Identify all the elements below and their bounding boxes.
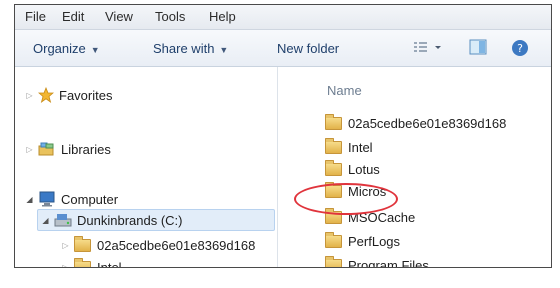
help-icon: ? xyxy=(512,40,528,56)
menu-view[interactable]: View xyxy=(105,9,133,24)
nav-favorites[interactable]: ▷ Favorites xyxy=(25,85,112,105)
folder-item[interactable]: Intel xyxy=(325,137,373,157)
nav-computer-label: Computer xyxy=(61,191,119,207)
organize-button[interactable]: Organize ▼ xyxy=(33,41,100,56)
share-with-button[interactable]: Share with ▼ xyxy=(153,41,228,56)
collapse-arrow-icon[interactable]: ◢ xyxy=(25,195,34,204)
folder-icon xyxy=(325,159,342,176)
folder-label: Program Files xyxy=(348,257,429,268)
folder-icon xyxy=(325,113,342,130)
menu-edit[interactable]: Edit xyxy=(62,9,84,24)
folder-icon xyxy=(325,137,342,154)
nav-folder[interactable]: ▷ Intel xyxy=(61,257,122,268)
navigation-pane: ▷ Favorites ▷ Libraries ◢ Computer ◢ Dun… xyxy=(15,67,278,267)
help-button[interactable]: ? xyxy=(511,39,529,62)
folder-item[interactable]: Lotus xyxy=(325,159,380,179)
highlight-circle xyxy=(294,183,398,215)
preview-pane-button[interactable] xyxy=(469,39,487,60)
folder-icon xyxy=(325,255,342,267)
nav-drive-c[interactable]: ◢ Dunkinbrands (C:) xyxy=(37,209,275,231)
nav-libraries[interactable]: ▷ Libraries xyxy=(25,139,111,159)
view-options-icon xyxy=(414,42,441,52)
menu-tools[interactable]: Tools xyxy=(155,9,185,24)
nav-drive-label: Dunkinbrands (C:) xyxy=(77,212,183,228)
expand-arrow-icon[interactable]: ▷ xyxy=(25,91,34,100)
nav-folder[interactable]: ▷ 02a5cedbe6e01e8369d168 xyxy=(61,235,255,255)
folder-label: Lotus xyxy=(348,161,380,177)
preview-pane-icon xyxy=(469,39,487,55)
folder-icon xyxy=(74,235,91,252)
drive-icon xyxy=(54,214,72,227)
folder-icon xyxy=(74,257,91,267)
nav-folder-label: Intel xyxy=(97,259,122,268)
chevron-down-icon: ▼ xyxy=(90,45,100,55)
change-view-button[interactable] xyxy=(413,39,443,60)
folder-item[interactable]: PerfLogs xyxy=(325,231,400,251)
nav-folder-label: 02a5cedbe6e01e8369d168 xyxy=(97,237,256,253)
menu-help[interactable]: Help xyxy=(209,9,236,24)
share-with-label: Share with xyxy=(153,41,215,56)
menu-file[interactable]: File xyxy=(25,9,46,24)
folder-label: PerfLogs xyxy=(348,233,401,249)
menu-bar: File Edit View Tools Help xyxy=(15,5,551,30)
collapse-arrow-icon[interactable]: ◢ xyxy=(41,216,50,225)
svg-text:?: ? xyxy=(517,42,523,55)
folder-label: Intel xyxy=(348,139,373,155)
nav-computer[interactable]: ◢ Computer xyxy=(25,189,118,209)
folder-label: 02a5cedbe6e01e8369d168 xyxy=(348,115,507,131)
nav-favorites-label: Favorites xyxy=(59,87,113,103)
expand-arrow-icon[interactable]: ▷ xyxy=(61,263,70,268)
new-folder-button[interactable]: New folder xyxy=(277,41,339,56)
organize-label: Organize xyxy=(33,41,86,56)
expand-arrow-icon[interactable]: ▷ xyxy=(25,145,34,154)
expand-arrow-icon[interactable]: ▷ xyxy=(61,241,70,250)
file-list: Name 02a5cedbe6e01e8369d168 Intel Lotus … xyxy=(279,67,551,267)
nav-libraries-label: Libraries xyxy=(61,141,111,157)
computer-icon xyxy=(39,191,55,207)
explorer-window: File Edit View Tools Help Organize ▼ Shar… xyxy=(14,4,552,268)
folder-item[interactable]: Program Files xyxy=(325,255,429,268)
folder-icon xyxy=(325,231,342,248)
folder-item[interactable]: 02a5cedbe6e01e8369d168 xyxy=(325,113,506,133)
star-icon xyxy=(38,87,54,103)
column-header-name[interactable]: Name xyxy=(327,83,362,98)
chevron-down-icon: ▼ xyxy=(219,45,229,55)
libraries-icon xyxy=(38,142,54,156)
command-bar: Organize ▼ Share with ▼ New folder ? xyxy=(15,30,551,67)
